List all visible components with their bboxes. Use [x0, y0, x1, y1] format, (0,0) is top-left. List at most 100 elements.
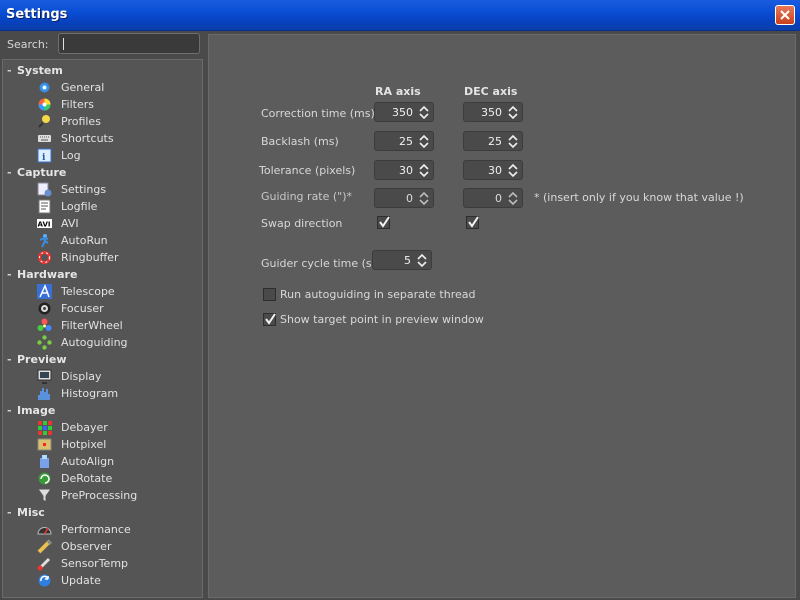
update-icon — [38, 574, 51, 587]
dec-tolerance-value: 30 — [488, 164, 502, 177]
autoalign-icon — [40, 455, 49, 468]
tree-category-system[interactable]: - System — [7, 62, 63, 79]
ra-tolerance-spinbox[interactable]: 30 — [374, 160, 434, 180]
separate-thread-checkbox[interactable] — [263, 288, 276, 301]
collapse-icon[interactable]: - — [7, 164, 17, 181]
dec-swap-direction-checkbox[interactable] — [466, 216, 479, 229]
spin-arrows-icon[interactable] — [416, 253, 428, 268]
svg-text:AVI: AVI — [38, 221, 51, 229]
dec-axis-header: DEC axis — [464, 85, 518, 98]
tree-item-label: Shortcuts — [61, 132, 114, 145]
collapse-icon[interactable]: - — [7, 62, 17, 79]
backlash-label: Backlash (ms) — [261, 135, 339, 148]
dec-correction-time-value: 350 — [481, 106, 502, 119]
ra-correction-time-value: 350 — [392, 106, 413, 119]
observer-icon — [37, 539, 52, 554]
thermometer-icon — [37, 557, 51, 571]
guiding-rate-label: Guiding rate (")* — [261, 190, 353, 203]
tree-item-label: Profiles — [61, 115, 101, 128]
tree-category-label: Capture — [17, 166, 67, 179]
color-wheel-icon — [38, 98, 51, 111]
checkmark-icon — [265, 313, 276, 325]
window-title: Settings — [6, 7, 68, 22]
close-button[interactable] — [775, 5, 795, 25]
autorun-icon — [39, 234, 49, 248]
tree-item-label: DeRotate — [61, 472, 113, 485]
tree-category-image[interactable]: - Image — [7, 402, 55, 419]
funnel-icon — [37, 488, 52, 503]
tree-item-label: Observer — [61, 540, 112, 553]
dec-guiding-rate-spinbox[interactable]: 0 — [463, 188, 523, 208]
tree-category-preview[interactable]: - Preview — [7, 351, 67, 368]
spin-arrows-icon[interactable] — [418, 134, 430, 149]
spin-arrows-icon[interactable] — [418, 163, 430, 178]
tree-item-label: AutoAlign — [61, 455, 115, 468]
ra-correction-time-spinbox[interactable]: 350 — [374, 102, 434, 122]
tree-item-label: Display — [61, 370, 102, 383]
telescope-icon — [37, 284, 52, 299]
histogram-icon — [38, 388, 50, 400]
collapse-icon[interactable]: - — [7, 266, 17, 283]
tree-item-label: Settings — [61, 183, 107, 196]
dec-backlash-spinbox[interactable]: 25 — [463, 131, 523, 151]
spin-arrows-icon[interactable] — [507, 105, 519, 120]
guider-cycle-time-spinbox[interactable]: 5 — [372, 250, 432, 270]
hotpixel-icon — [37, 438, 52, 451]
tree-item-label: Logfile — [61, 200, 98, 213]
tree-category-hardware[interactable]: - Hardware — [7, 266, 77, 283]
dec-guiding-rate-value: 0 — [495, 192, 502, 205]
collapse-icon[interactable]: - — [7, 402, 17, 419]
tree-category-label: Image — [17, 404, 56, 417]
tree-item-label: Performance — [61, 523, 131, 536]
tree-category-label: Hardware — [17, 268, 78, 281]
tree-item-label: Hotpixel — [61, 438, 107, 451]
debayer-icon — [38, 421, 52, 435]
ra-axis-header: RA axis — [375, 85, 421, 98]
ra-tolerance-value: 30 — [399, 164, 413, 177]
ringbuffer-icon — [38, 251, 51, 264]
ra-guiding-rate-value: 0 — [406, 192, 413, 205]
tree-category-capture[interactable]: - Capture — [7, 164, 66, 181]
log-icon: i — [37, 148, 52, 163]
svg-text:i: i — [42, 153, 46, 163]
logfile-icon — [38, 199, 51, 214]
tree-category-label: System — [17, 64, 63, 77]
dec-correction-time-spinbox[interactable]: 350 — [463, 102, 523, 122]
derotate-icon — [38, 472, 51, 485]
tree-item-label: PreProcessing — [61, 489, 138, 502]
ra-backlash-spinbox[interactable]: 25 — [374, 131, 434, 151]
tree-item-label: Log — [61, 149, 81, 162]
guider-cycle-time-value: 5 — [404, 254, 411, 267]
tree-category-label: Preview — [17, 353, 67, 366]
ra-swap-direction-checkbox[interactable] — [377, 216, 390, 229]
profiles-icon — [38, 115, 50, 128]
separate-thread-label[interactable]: Run autoguiding in separate thread — [280, 288, 476, 301]
close-icon — [780, 10, 790, 20]
keyboard-icon — [38, 135, 51, 142]
dec-tolerance-spinbox[interactable]: 30 — [463, 160, 523, 180]
checkmark-icon — [468, 216, 479, 228]
spin-arrows-icon[interactable] — [507, 134, 519, 149]
spin-arrows-icon[interactable] — [507, 163, 519, 178]
tree-item-label: Debayer — [61, 421, 108, 434]
ra-guiding-rate-spinbox[interactable]: 0 — [374, 188, 434, 208]
gear-icon — [39, 82, 50, 93]
tree-category-misc[interactable]: - Misc — [7, 504, 45, 521]
show-target-point-checkbox[interactable] — [263, 313, 276, 326]
guiding-rate-note: * (insert only if you know that value !) — [534, 191, 744, 204]
capture-settings-icon — [37, 182, 52, 197]
collapse-icon[interactable]: - — [7, 504, 17, 521]
dec-backlash-value: 25 — [488, 135, 502, 148]
tolerance-label: Tolerance (pixels) — [259, 164, 356, 177]
title-bar[interactable]: Settings — [0, 0, 800, 31]
spin-arrows-icon[interactable] — [418, 105, 430, 120]
show-target-point-label[interactable]: Show target point in preview window — [280, 313, 484, 326]
search-input[interactable] — [58, 33, 200, 54]
tree-item-label: Telescope — [61, 285, 115, 298]
spin-arrows-icon[interactable] — [507, 191, 519, 206]
display-icon — [37, 369, 52, 384]
collapse-icon[interactable]: - — [7, 351, 17, 368]
tree-item-label: Ringbuffer — [61, 251, 119, 264]
spin-arrows-icon[interactable] — [418, 191, 430, 206]
navigation-panel: Search: - System General Filters Profiles Sho… — [0, 31, 206, 600]
